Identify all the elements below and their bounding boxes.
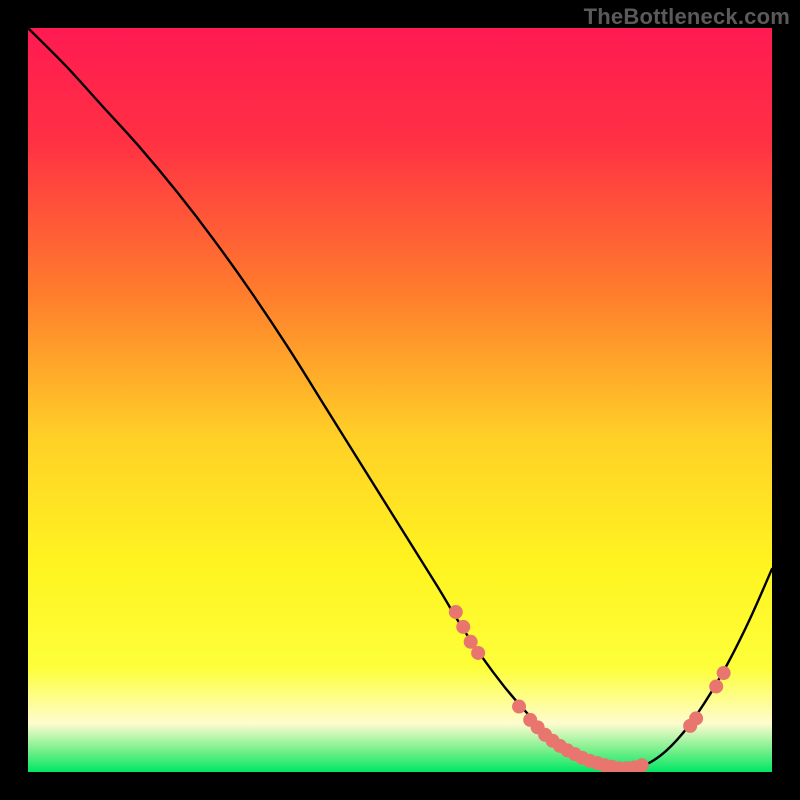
plot-area	[28, 28, 772, 772]
attribution-label: TheBottleneck.com	[584, 4, 790, 30]
highlight-point	[689, 711, 703, 725]
chart-frame: TheBottleneck.com	[0, 0, 800, 800]
curve-layer	[28, 28, 772, 772]
highlight-point	[449, 605, 463, 619]
highlight-point	[635, 758, 649, 772]
highlight-point	[709, 679, 723, 693]
highlight-point	[471, 646, 485, 660]
highlight-point	[717, 666, 731, 680]
bottleneck-curve	[28, 28, 772, 769]
highlight-point	[456, 620, 470, 634]
highlight-point	[512, 700, 526, 714]
marker-layer	[449, 605, 731, 772]
